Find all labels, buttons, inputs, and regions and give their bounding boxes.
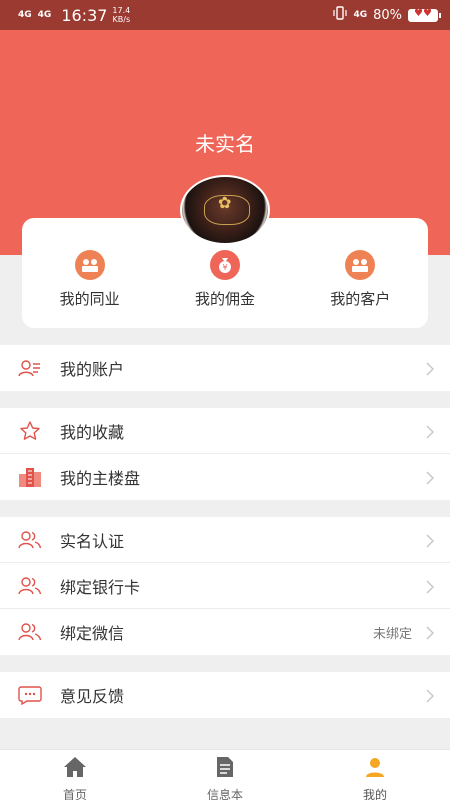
person-icon xyxy=(364,756,386,782)
chevron-right-icon xyxy=(426,424,435,443)
quick-action-label: 我的佣金 xyxy=(194,290,255,308)
clock: 16:37 xyxy=(61,5,108,25)
home-icon xyxy=(63,756,87,782)
tab-info-book[interactable]: 信息本 xyxy=(150,750,300,800)
building-icon xyxy=(18,465,42,489)
users-icon xyxy=(18,574,42,598)
menu-item-real-name[interactable]: 实名认证 xyxy=(0,517,450,563)
account-icon xyxy=(18,356,42,380)
chevron-right-icon xyxy=(426,533,435,552)
menu-item-label: 绑定微信 xyxy=(60,624,125,643)
menu-item-favorites[interactable]: 我的收藏 xyxy=(0,408,450,454)
wechat-bind-status: 未绑定 xyxy=(372,626,412,642)
chevron-right-icon xyxy=(426,579,435,598)
quick-action-label: 我的同业 xyxy=(59,290,120,308)
menu-item-label: 意见反馈 xyxy=(60,687,125,706)
menu-item-bind-wechat[interactable]: 绑定微信 未绑定 xyxy=(0,609,450,655)
tab-label: 首页 xyxy=(62,788,87,800)
menu-item-bind-bank-card[interactable]: 绑定银行卡 xyxy=(0,563,450,609)
menu-item-label: 我的收藏 xyxy=(60,422,125,442)
menu-item-account[interactable]: 我的账户 xyxy=(0,345,450,391)
menu-group-verification: 实名认证 绑定银行卡 绑定微信 未绑定 xyxy=(0,517,450,655)
battery-percent: 80% xyxy=(373,7,402,23)
quick-action-commission[interactable]: ¥ 我的佣金 xyxy=(170,250,280,328)
feedback-icon xyxy=(18,683,42,707)
status-bar: 4G 4G 16:37 17.4 KB/s 4G 80% ♥♥ xyxy=(0,0,450,30)
users-icon xyxy=(18,528,42,552)
menu-item-label: 绑定银行卡 xyxy=(60,577,141,597)
chevron-right-icon xyxy=(426,470,435,489)
menu-item-label: 实名认证 xyxy=(60,531,125,551)
svg-text:¥: ¥ xyxy=(222,263,227,272)
money-bag-icon: ¥ xyxy=(209,250,240,280)
network-speed-value: 17.4 xyxy=(112,6,131,15)
signal-1-indicator: 4G xyxy=(18,9,32,20)
menu-group-favorites: 我的收藏 我的主楼盘 xyxy=(0,408,450,500)
quick-action-peers[interactable]: 我的同业 xyxy=(35,250,145,328)
tab-home[interactable]: 首页 xyxy=(0,750,150,800)
menu-item-label: 我的主楼盘 xyxy=(60,469,141,488)
avatar-ornament: ✿ xyxy=(218,193,232,212)
bottom-tab-bar: 首页 信息本 我的 xyxy=(0,749,450,800)
network-speed-unit: KB/s xyxy=(112,15,131,24)
tab-mine[interactable]: 我的 xyxy=(300,750,450,800)
menu-group-account: 我的账户 xyxy=(0,345,450,391)
star-icon xyxy=(18,419,42,443)
quick-action-customers[interactable]: 我的客户 xyxy=(305,250,415,328)
tab-label: 信息本 xyxy=(206,788,243,800)
avatar[interactable]: ✿ xyxy=(180,175,270,245)
network-type: 4G xyxy=(353,10,368,20)
chevron-right-icon xyxy=(426,625,435,644)
chevron-right-icon xyxy=(426,688,435,707)
menu-item-main-property[interactable]: 我的主楼盘 xyxy=(0,454,450,500)
document-icon xyxy=(215,756,235,782)
vibrate-icon xyxy=(333,6,348,24)
menu-item-feedback[interactable]: 意见反馈 xyxy=(0,672,450,718)
menu-item-label: 我的账户 xyxy=(60,360,125,379)
signal-2-indicator: 4G xyxy=(37,9,52,20)
chevron-right-icon xyxy=(426,361,435,380)
customers-icon xyxy=(345,250,376,280)
network-speed: 17.4 KB/s xyxy=(112,6,130,24)
battery-icon: ♥♥ xyxy=(408,8,441,22)
quick-action-label: 我的客户 xyxy=(330,290,391,308)
users-icon xyxy=(18,620,42,644)
peers-icon xyxy=(74,250,105,280)
menu-group-feedback: 意见反馈 xyxy=(0,672,450,718)
tab-label: 我的 xyxy=(362,788,387,800)
profile-name[interactable]: 未实名 xyxy=(0,128,450,157)
